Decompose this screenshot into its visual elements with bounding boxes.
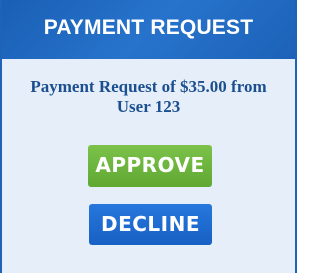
approve-button[interactable]: APPROVE — [88, 145, 212, 187]
decline-button[interactable]: DECLINE — [89, 204, 212, 245]
payment-request-card: PAYMENT REQUEST Payment Request of $35.0… — [0, 0, 297, 273]
card-header: PAYMENT REQUEST — [2, 0, 295, 59]
payment-request-message: Payment Request of $35.00 from User 123 — [30, 77, 267, 116]
card-title: PAYMENT REQUEST — [43, 16, 254, 39]
